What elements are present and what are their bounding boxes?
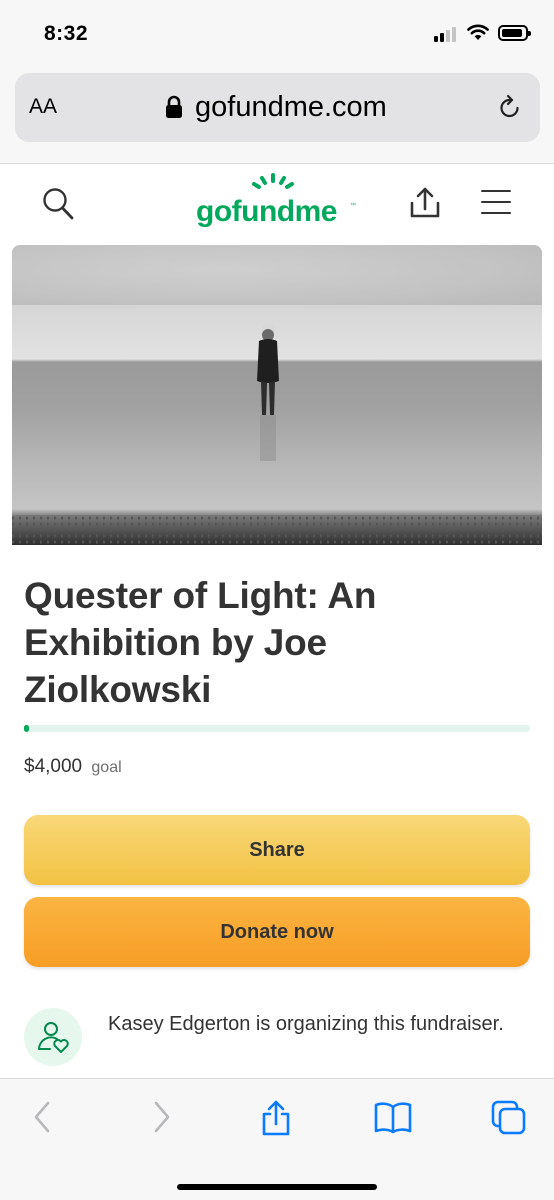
status-time: 8:32 [44,22,89,45]
logo-sun-icon [252,173,294,189]
tabs-icon[interactable] [490,1099,528,1137]
donate-now-button[interactable]: Donate now [24,897,530,967]
browser-bottom-toolbar [0,1078,554,1200]
forward-icon[interactable] [150,1099,174,1135]
shoreline [12,515,542,545]
home-indicator [177,1184,377,1190]
share-button[interactable]: Share [24,815,530,885]
browser-top-bar: AA gofundme.com [0,64,554,164]
bookmarks-icon[interactable] [373,1099,413,1135]
logo-trademark: ™ [350,203,356,209]
url-text: gofundme.com [195,90,387,123]
lock-icon [166,95,182,118]
battery-icon [498,25,531,41]
url-display[interactable]: gofundme.com [165,89,387,125]
reload-icon[interactable] [498,93,522,121]
organizer-text: Kasey Edgerton is organizing this fundra… [108,1013,504,1035]
goal-amount-line: $4,000 goal [24,756,122,778]
progress-bar [24,725,530,732]
gofundme-logo[interactable]: gofundme ™ [196,173,356,237]
goal-amount: $4,000 [24,756,83,777]
share-icon[interactable] [259,1099,293,1137]
site-header: gofundme ™ [0,165,554,245]
goal-label: goal [91,759,122,776]
share-icon[interactable] [408,185,442,221]
status-bar: 8:32 [0,0,554,64]
user-heart-icon [38,1022,69,1053]
logo-text: gofundme [196,195,337,228]
campaign-title: Quester of Light: An Exhibition by Joe Z… [24,575,377,710]
menu-icon[interactable] [481,190,511,214]
address-bar[interactable]: AA gofundme.com [15,73,540,142]
back-icon[interactable] [30,1099,54,1135]
text-size-button[interactable]: AA [29,95,57,119]
person-figure-illustration [257,324,279,461]
organizer-avatar [24,1008,82,1066]
progress-bar-fill [24,725,30,732]
campaign-hero-image [12,245,542,545]
wifi-icon [467,24,489,40]
search-icon[interactable] [42,187,74,221]
cellular-signal-icon [434,26,460,42]
